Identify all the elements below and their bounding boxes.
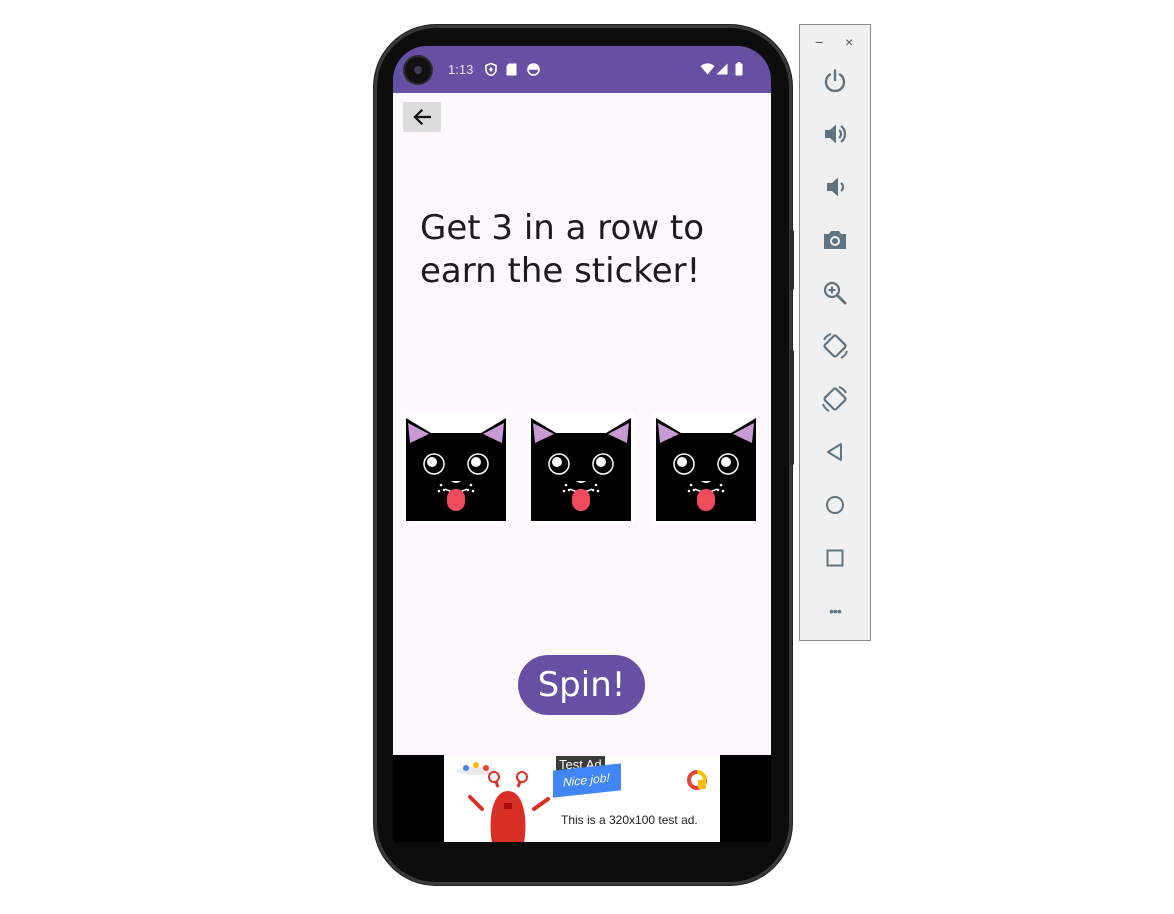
front-camera <box>405 57 431 83</box>
arrow-left-icon <box>413 109 431 125</box>
nav-overview-button[interactable] <box>820 543 850 573</box>
more-button[interactable]: ••• <box>820 596 850 626</box>
spin-button[interactable]: Spin! <box>518 655 645 715</box>
rotate-right-button[interactable] <box>820 384 850 414</box>
volume-up-icon <box>825 124 847 144</box>
minimize-button[interactable]: − <box>815 34 823 50</box>
reel-2 <box>528 413 634 525</box>
ad-brand-logo <box>687 770 707 790</box>
battery-icon <box>735 62 743 80</box>
emulator-toolbar: − × ••• <box>799 24 871 641</box>
screenshot-button[interactable] <box>820 225 850 255</box>
zoom-button[interactable] <box>820 278 850 308</box>
headline: Get 3 in a row to earn the sticker! <box>420 208 705 291</box>
app-content: Get 3 in a row to earn the sticker! Spin… <box>393 93 771 755</box>
camera-icon <box>824 231 846 249</box>
ad-banner[interactable]: Test Ad Nice job! This is a 320x100 test… <box>444 755 720 842</box>
ad-mascot-illustration <box>456 762 550 842</box>
wifi-icon <box>700 63 715 79</box>
rotate-right-icon <box>822 386 847 412</box>
ad-flag-banner: Nice job! <box>553 763 621 798</box>
close-button[interactable]: × <box>845 34 853 50</box>
nav-home-button[interactable] <box>820 490 850 520</box>
shield-icon <box>485 62 497 80</box>
reel-3 <box>653 413 759 525</box>
back-button[interactable] <box>403 102 441 132</box>
back-triangle-icon <box>827 443 842 461</box>
black-cat-sticker <box>531 418 631 521</box>
power-icon <box>824 69 846 93</box>
status-bar: 1:13 <box>393 46 771 93</box>
power-button[interactable] <box>820 66 850 96</box>
volume-down-button[interactable] <box>820 172 850 202</box>
nav-back-button[interactable] <box>820 437 850 467</box>
home-circle-icon <box>826 496 844 514</box>
volume-down-icon <box>827 177 845 197</box>
sd-card-icon <box>506 63 517 80</box>
volume-up-button[interactable] <box>820 119 850 149</box>
signal-icon <box>716 63 728 79</box>
zoom-icon <box>823 281 847 305</box>
ad-description: This is a 320x100 test ad. <box>561 813 698 827</box>
black-cat-sticker <box>656 418 756 521</box>
face-icon <box>527 63 540 80</box>
phone-side-button-volume <box>790 350 794 465</box>
slot-reels <box>403 413 761 525</box>
phone-screen: 1:13 Get 3 in a row to earn the sticker! <box>393 46 771 842</box>
more-icon: ••• <box>829 603 842 619</box>
rotate-left-icon <box>823 333 848 359</box>
status-time: 1:13 <box>448 62 474 77</box>
overview-square-icon <box>826 549 844 567</box>
rotate-left-button[interactable] <box>820 331 850 361</box>
phone-side-button-power <box>790 230 794 290</box>
reel-1 <box>403 413 509 525</box>
black-cat-sticker <box>406 418 506 521</box>
